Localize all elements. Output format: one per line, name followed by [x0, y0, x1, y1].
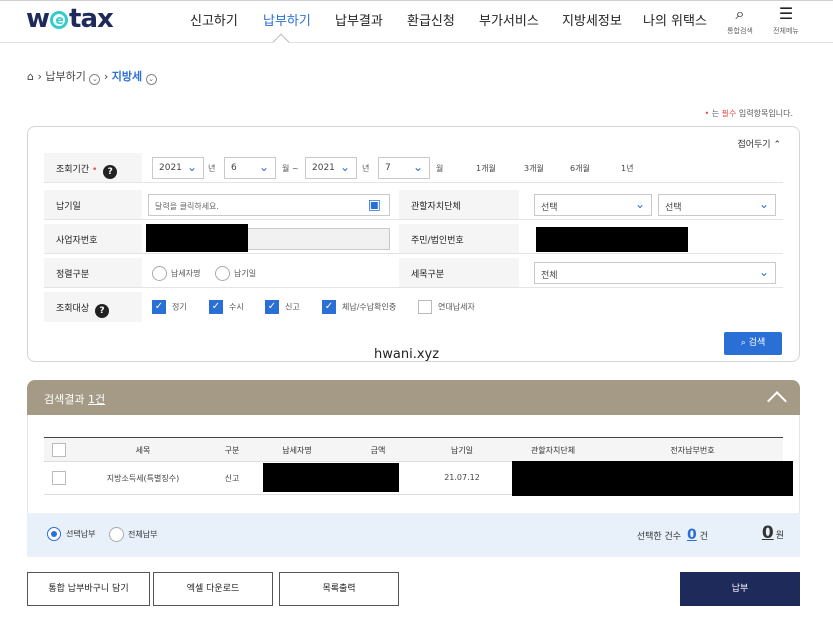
- nav-divider: [0, 42, 833, 43]
- to-year-select[interactable]: 2021 ⌄: [305, 157, 357, 179]
- local-gov-select-2[interactable]: 선택 ⌄: [658, 194, 776, 216]
- home-icon[interactable]: ⌂: [27, 70, 34, 83]
- target-report-checkbox[interactable]: ✓ 신고: [265, 300, 300, 314]
- nav-local-tax-info[interactable]: 지방세정보: [562, 10, 622, 29]
- pay-all-radio[interactable]: 전체납부: [109, 527, 157, 542]
- search-icon: ⌕: [740, 338, 746, 348]
- tax-type-select[interactable]: 전체 ⌄: [534, 262, 776, 284]
- range-6m[interactable]: 6개월: [570, 163, 590, 174]
- print-list-button[interactable]: 목록출력: [279, 572, 399, 606]
- watermark-text: hwani.xyz: [374, 347, 440, 362]
- help-icon[interactable]: ?: [103, 165, 118, 179]
- check-icon: ✓: [152, 300, 166, 314]
- chevron-down-icon: ⌄: [412, 160, 423, 174]
- pay-selected-radio[interactable]: 선택납부: [47, 527, 95, 541]
- integrated-search-button[interactable]: ⌕ 통합검색: [722, 4, 758, 36]
- fold-toggle[interactable]: 접어두기 ⌃: [737, 137, 781, 150]
- nav-my-wetax[interactable]: 나의 위택스: [643, 10, 707, 29]
- chevron-down-icon: ⌄: [634, 197, 645, 211]
- chevron-down-icon: ⌄: [186, 160, 197, 174]
- chevron-down-icon: ⌄: [258, 160, 269, 174]
- check-icon: ✓: [209, 300, 223, 314]
- selected-amount: 0원: [761, 523, 784, 543]
- required-note: • 는 필수 입력항목입니다.: [704, 109, 793, 118]
- nav-refund[interactable]: 환급신청: [407, 10, 455, 29]
- period-row: 조회기간 • ? 2021 ⌄ 년 6 ⌄ 월 ~ 2021 ⌄ 년 7 ⌄ 월 1개월…: [44, 153, 783, 183]
- biz-no-row: 사업자번호 주민/법인번호: [44, 224, 783, 254]
- nav-pay-result[interactable]: 납부결과: [335, 10, 383, 29]
- due-date-row: 납기일 달력을 클릭하세요. ▣ 관할자치단체 선택 ⌄ 선택 ⌄: [44, 190, 783, 220]
- chevron-down-icon[interactable]: ⌄: [145, 74, 157, 85]
- target-joint-checkbox[interactable]: 연대납세자: [418, 300, 475, 314]
- sort-by-name-radio[interactable]: 납세자명: [152, 266, 200, 281]
- nav-report[interactable]: 신고하기: [190, 10, 238, 29]
- check-icon: ✓: [322, 300, 336, 314]
- redacted-box: [263, 463, 399, 492]
- redacted-box: [146, 224, 248, 252]
- results-count: 1건: [87, 393, 106, 406]
- payment-summary: 선택납부 전체납부 선택한 건수 0건 0원: [27, 513, 800, 557]
- selected-count: 선택한 건수 0건: [636, 527, 708, 543]
- select-all-checkbox[interactable]: [52, 443, 66, 457]
- active-menu-caret: [272, 33, 290, 51]
- chevron-down-icon: ⌄: [758, 197, 769, 211]
- search-icon: ⌕: [735, 4, 745, 23]
- redacted-box: [512, 461, 793, 496]
- range-3m[interactable]: 3개월: [524, 163, 544, 174]
- help-icon[interactable]: ?: [95, 304, 109, 318]
- sort-row: 정렬구분 납세자명 납기일 세목구분 전체 ⌄: [44, 258, 783, 288]
- range-1m[interactable]: 1개월: [476, 163, 496, 174]
- check-icon: ✓: [265, 300, 279, 314]
- row-checkbox[interactable]: [52, 471, 66, 485]
- from-year-select[interactable]: 2021 ⌄: [152, 157, 204, 179]
- period-label: 조회기간 • ?: [56, 162, 118, 179]
- target-row: 조회대상 ? ✓ 정기 ✓ 수시 ✓ 신고 ✓ 체납/수납확인중 연대납세자: [44, 292, 783, 322]
- results-table-header: 세목 구분 납세자명 금액 납기일 관할자치단체 전자납부번호: [44, 437, 783, 462]
- redacted-box: [536, 227, 688, 252]
- chevron-down-icon: ⌄: [339, 160, 350, 174]
- chevron-up-icon[interactable]: [767, 391, 787, 411]
- chevron-up-icon: ⌃: [773, 140, 781, 150]
- nav-extra-services[interactable]: 부가서비스: [479, 10, 539, 29]
- breadcrumb-level2[interactable]: 지방세: [112, 70, 142, 83]
- target-label: 조회대상 ?: [56, 301, 109, 318]
- add-to-cart-button[interactable]: 통합 납부바구니 담기: [27, 572, 150, 606]
- global-nav: 신고하기 납부하기 납부결과 환급신청 부가서비스 지방세정보 나의 위택스: [0, 10, 833, 30]
- calendar-icon[interactable]: ▣: [368, 197, 381, 213]
- all-menu-button[interactable]: ☰ 전체메뉴: [768, 4, 804, 36]
- range-1y[interactable]: 1년: [621, 163, 633, 174]
- breadcrumb-level1[interactable]: 납부하기: [45, 70, 85, 83]
- from-month-select[interactable]: 6 ⌄: [224, 157, 276, 179]
- top-border: [0, 0, 833, 1]
- excel-download-button[interactable]: 엑셀 다운로드: [153, 572, 273, 606]
- target-regular-checkbox[interactable]: ✓ 정기: [152, 300, 187, 314]
- table-row[interactable]: 지방소득세(특별징수) 신고 21.07.12: [44, 461, 793, 496]
- pay-button[interactable]: 납부: [680, 572, 800, 606]
- breadcrumb: ⌂ › 납부하기 ⌄ › 지방세 ⌄: [27, 68, 157, 85]
- local-gov-select-1[interactable]: 선택 ⌄: [534, 194, 652, 216]
- results-header[interactable]: 검색결과 1건: [27, 380, 800, 415]
- chevron-down-icon: ⌄: [758, 265, 769, 279]
- hamburger-icon: ☰: [778, 4, 794, 23]
- chevron-down-icon[interactable]: ⌄: [89, 74, 101, 85]
- to-month-select[interactable]: 7 ⌄: [378, 157, 430, 179]
- breadcrumb-separator-icon: ›: [103, 70, 112, 83]
- target-arrears-checkbox[interactable]: ✓ 체납/수납확인중: [322, 300, 396, 314]
- due-date-input[interactable]: 달력을 클릭하세요. ▣: [148, 194, 390, 216]
- sort-by-due-radio[interactable]: 납기일: [215, 266, 256, 281]
- search-button[interactable]: ⌕ 검색: [724, 332, 782, 355]
- target-occasional-checkbox[interactable]: ✓ 수시: [209, 300, 244, 314]
- nav-pay[interactable]: 납부하기: [263, 10, 311, 29]
